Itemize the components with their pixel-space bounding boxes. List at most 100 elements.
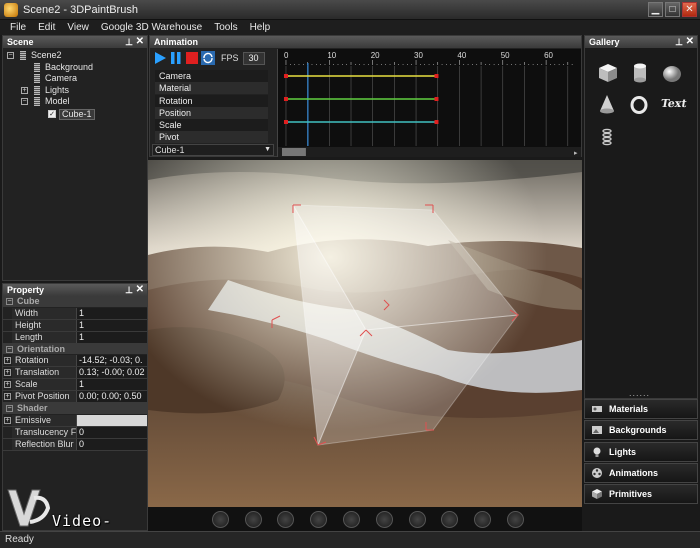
maximize-button[interactable]: □ xyxy=(665,2,680,17)
property-group-cube[interactable]: − Cube xyxy=(3,296,147,308)
tree-node-cube-1[interactable]: ✓ Cube-1 xyxy=(3,108,147,120)
spring-icon[interactable] xyxy=(601,128,613,146)
tree-node-background[interactable]: Background xyxy=(3,62,147,74)
render-icon[interactable] xyxy=(277,510,295,528)
property-group-orientation[interactable]: − Orientation xyxy=(3,343,147,355)
collapse-icon[interactable]: − xyxy=(7,52,14,59)
track-material[interactable]: Material xyxy=(155,82,268,95)
expand-icon[interactable]: + xyxy=(4,381,11,388)
expand-icon[interactable]: + xyxy=(4,369,11,376)
tree-node-camera[interactable]: Camera xyxy=(3,73,147,85)
text-icon[interactable]: Text xyxy=(660,97,688,110)
expand-icon[interactable]: + xyxy=(4,416,11,424)
redo-icon[interactable] xyxy=(343,510,361,528)
import-icon[interactable] xyxy=(244,510,262,528)
track-position[interactable]: Position xyxy=(155,106,268,119)
pan-icon[interactable] xyxy=(441,510,459,528)
collapse-icon[interactable]: − xyxy=(6,298,13,305)
pause-icon[interactable] xyxy=(169,51,183,65)
property-group-shader[interactable]: − Shader xyxy=(3,403,147,415)
rotate-icon[interactable] xyxy=(408,510,426,528)
materials-button[interactable]: Materials xyxy=(584,399,698,419)
minimize-button[interactable]: ▁ xyxy=(648,2,663,17)
camera-icon[interactable] xyxy=(211,510,229,528)
property-value[interactable]: 0.13; -0.00; 0.02 xyxy=(77,367,147,378)
cube-icon[interactable] xyxy=(597,62,619,84)
timeline[interactable]: 0 10 20 30 40 50 60 ▸ xyxy=(277,49,581,157)
track-scale[interactable]: Scale xyxy=(155,119,268,132)
property-value[interactable]: -14.52; -0.03; 0. xyxy=(77,355,147,366)
sphere-icon[interactable] xyxy=(661,64,683,84)
play-icon[interactable] xyxy=(153,51,167,65)
property-row-height[interactable]: Height 1 xyxy=(3,319,147,332)
property-value[interactable]: 1 xyxy=(77,331,147,343)
property-row-translation[interactable]: + Translation 0.13; -0.00; 0.02 xyxy=(3,367,147,379)
expand-icon[interactable]: + xyxy=(4,393,11,400)
collapse-icon[interactable]: − xyxy=(6,345,13,353)
cylinder-icon[interactable] xyxy=(631,62,649,84)
collapse-icon[interactable]: − xyxy=(21,98,28,106)
property-row-reflection-blur[interactable]: Reflection Blur 0 xyxy=(3,438,147,451)
property-value[interactable]: 1 xyxy=(77,319,147,331)
property-row-translucency-f[interactable]: Translucency F0 xyxy=(3,426,147,439)
close-icon[interactable]: ✕ xyxy=(686,36,694,48)
backgrounds-button[interactable]: Backgrounds xyxy=(584,420,698,441)
primitives-button[interactable]: Primitives xyxy=(584,484,698,505)
node-icon xyxy=(34,74,40,84)
menu-view[interactable]: View xyxy=(61,22,95,33)
menu-edit[interactable]: Edit xyxy=(32,22,61,33)
menu-google-3d-warehouse[interactable]: Google 3D Warehouse xyxy=(95,22,208,33)
track-camera[interactable]: Camera xyxy=(155,70,268,82)
splitter-dots[interactable]: ...... xyxy=(629,388,650,398)
menu-tools[interactable]: Tools xyxy=(208,22,243,33)
property-name: Width xyxy=(12,307,77,319)
3d-viewport[interactable] xyxy=(148,160,582,507)
select-icon[interactable] xyxy=(375,510,393,528)
pin-icon[interactable]: ⊥ xyxy=(125,284,133,296)
menu-help[interactable]: Help xyxy=(244,22,277,33)
stop-icon[interactable] xyxy=(185,51,199,65)
property-row-emissive[interactable]: + Emissive xyxy=(3,414,147,427)
close-button[interactable]: ✕ xyxy=(682,2,697,17)
expand-icon[interactable]: + xyxy=(21,86,28,94)
expand-icon[interactable]: + xyxy=(4,357,11,364)
zoom-icon[interactable] xyxy=(474,510,492,528)
loop-icon[interactable] xyxy=(201,51,215,65)
cone-icon[interactable] xyxy=(598,94,616,116)
tree-node-scene2[interactable]: − Scene2 xyxy=(3,50,147,62)
property-value[interactable]: 1 xyxy=(77,379,147,390)
torus-icon[interactable] xyxy=(629,94,649,116)
property-value[interactable]: 0 xyxy=(77,438,147,450)
fps-input[interactable]: 30 xyxy=(242,51,265,65)
property-value[interactable]: 0 xyxy=(77,426,147,438)
tree-node-lights[interactable]: + Lights xyxy=(3,85,147,97)
tree-node-model[interactable]: − Model xyxy=(3,96,147,108)
menu-file[interactable]: File xyxy=(4,22,32,33)
pin-icon[interactable]: ⊥ xyxy=(125,36,133,48)
property-row-rotation[interactable]: + Rotation -14.52; -0.03; 0. xyxy=(3,355,147,367)
checkbox-icon[interactable]: ✓ xyxy=(48,109,56,118)
status-text: Ready xyxy=(5,534,34,545)
close-icon[interactable]: ✕ xyxy=(136,36,144,48)
node-icon xyxy=(34,62,40,72)
pin-icon[interactable]: ⊥ xyxy=(675,36,683,48)
viewport-toolbar xyxy=(148,507,582,531)
property-value[interactable] xyxy=(77,414,147,426)
track-pivot[interactable]: Pivot xyxy=(155,131,268,144)
undo-icon[interactable] xyxy=(310,510,328,528)
object-select[interactable]: Cube-1 ▼ xyxy=(152,144,274,156)
fit-icon[interactable] xyxy=(507,510,525,528)
property-row-length[interactable]: Length 1 xyxy=(3,331,147,344)
backgrounds-icon xyxy=(592,426,602,435)
lights-button[interactable]: Lights xyxy=(584,441,698,462)
property-row-scale[interactable]: + Scale 1 xyxy=(3,379,147,391)
property-value[interactable]: 0.00; 0.00; 0.50 xyxy=(77,391,147,402)
property-row-pivot-position[interactable]: + Pivot Position 0.00; 0.00; 0.50 xyxy=(3,391,147,403)
track-rotation[interactable]: Rotation xyxy=(155,94,268,107)
collapse-icon[interactable]: − xyxy=(6,405,13,412)
close-icon[interactable]: ✕ xyxy=(136,284,144,296)
animations-button[interactable]: Animations xyxy=(584,462,698,483)
property-value[interactable]: 1 xyxy=(77,307,147,319)
gallery-categories: Materials Backgrounds Lights Animations … xyxy=(584,399,698,505)
property-row-width[interactable]: Width 1 xyxy=(3,307,147,320)
